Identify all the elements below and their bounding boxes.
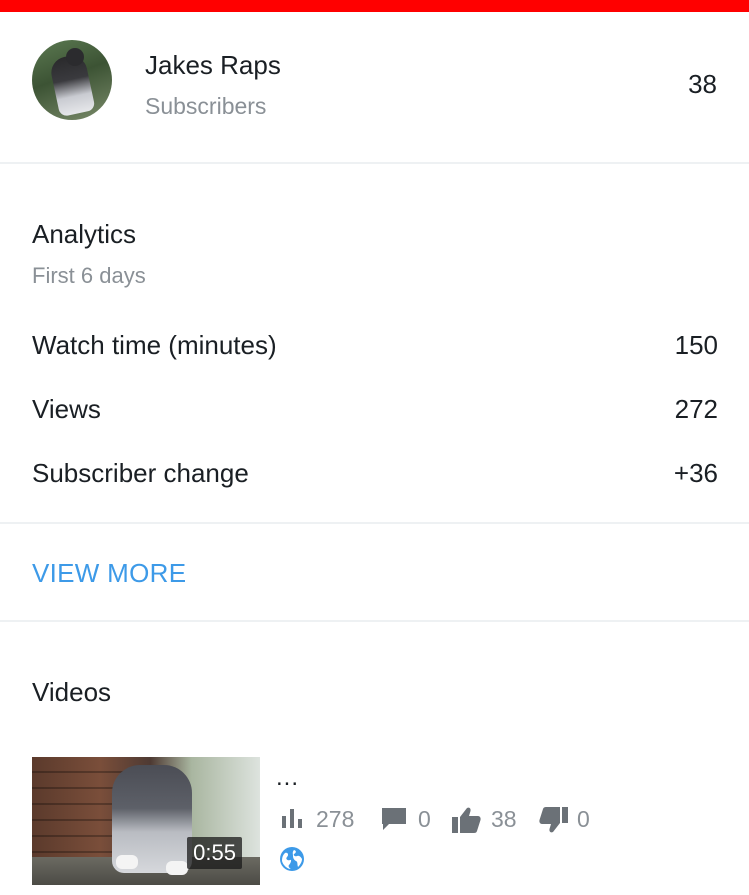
- thumbnail-shoe: [116, 855, 138, 869]
- views-count: 278: [316, 806, 355, 832]
- metric-row-subscriber-change: Subscriber change +36: [32, 458, 718, 498]
- channel-name: Jakes Raps: [145, 50, 281, 80]
- view-more-button[interactable]: VIEW MORE: [32, 558, 186, 589]
- comment-icon: [382, 808, 406, 830]
- subscriber-count: 38: [688, 69, 717, 99]
- videos-card: Videos 0:55 ... 278 0 38 0: [0, 622, 749, 895]
- thumbnail-shoe: [166, 861, 188, 875]
- channel-avatar[interactable]: [32, 40, 112, 120]
- metric-label: Watch time (minutes): [32, 330, 277, 360]
- video-title[interactable]: ...: [276, 764, 299, 792]
- likes-count: 38: [491, 806, 517, 832]
- video-thumbnail[interactable]: 0:55: [32, 757, 260, 885]
- dislikes-count: 0: [577, 806, 590, 832]
- comments-count: 0: [418, 806, 431, 832]
- view-more-card: VIEW MORE: [0, 524, 749, 620]
- video-duration: 0:55: [187, 837, 242, 869]
- globe-icon: [280, 847, 304, 871]
- videos-title: Videos: [32, 677, 112, 707]
- thumbs-down-icon: [539, 807, 568, 833]
- metric-row-watch-time: Watch time (minutes) 150: [32, 330, 718, 370]
- analytics-period: First 6 days: [32, 263, 146, 288]
- metric-label: Subscriber change: [32, 458, 249, 488]
- metric-label: Views: [32, 394, 101, 424]
- analytics-card: Analytics First 6 days Watch time (minut…: [0, 164, 749, 522]
- channel-header[interactable]: Jakes Raps Subscribers 38: [0, 12, 749, 162]
- top-accent-bar: [0, 0, 749, 12]
- subscribers-label: Subscribers: [145, 93, 267, 119]
- avatar-head: [66, 48, 84, 66]
- metric-value: +36: [673, 458, 718, 488]
- bar-chart-icon: [282, 809, 302, 828]
- metric-value: 272: [674, 394, 718, 424]
- analytics-title: Analytics: [32, 219, 137, 249]
- metric-value: 150: [674, 330, 718, 360]
- thumbs-up-icon: [452, 807, 481, 833]
- metric-row-views: Views 272: [32, 394, 718, 434]
